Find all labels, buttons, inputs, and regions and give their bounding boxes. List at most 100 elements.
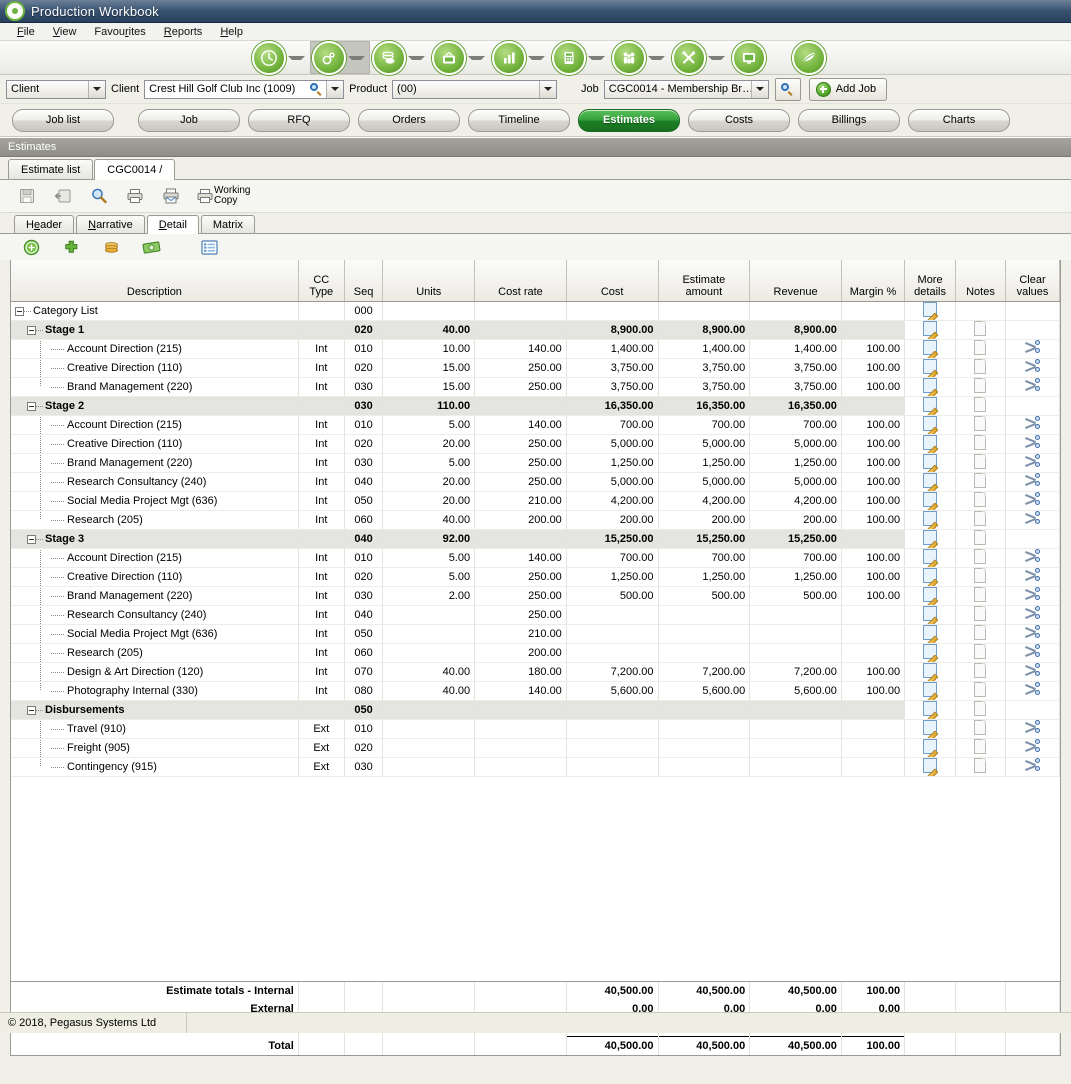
cell-cc-type[interactable]: Ext <box>298 739 344 758</box>
cell-cost-rate[interactable]: 250.00 <box>475 473 567 492</box>
col-description[interactable]: Description <box>11 260 298 302</box>
cell-description[interactable]: Design & Art Direction (120) <box>11 663 298 682</box>
cell-revenue[interactable]: 3,750.00 <box>750 359 842 378</box>
expander-icon[interactable] <box>27 535 36 544</box>
cell-cost[interactable]: 1,250.00 <box>566 454 658 473</box>
table-row[interactable]: Research Consultancy (240)Int040250.00 <box>11 606 1060 625</box>
nav-rfq[interactable]: RFQ <box>248 109 350 132</box>
cell-cc-type[interactable] <box>298 701 344 720</box>
chevron-down-icon[interactable] <box>326 81 343 98</box>
cell-units[interactable]: 15.00 <box>383 378 475 397</box>
cell-description[interactable]: Travel (910) <box>11 720 298 739</box>
cell-cost[interactable] <box>566 720 658 739</box>
tab-cgc0014[interactable]: CGC0014 / <box>94 159 175 180</box>
cell-cost-rate[interactable]: 210.00 <box>475 625 567 644</box>
cell-revenue[interactable] <box>750 606 842 625</box>
cell-estimate-amount[interactable]: 200.00 <box>658 511 750 530</box>
cell-margin[interactable]: 100.00 <box>841 359 904 378</box>
cell-more-details[interactable] <box>905 454 956 473</box>
cell-units[interactable] <box>383 625 475 644</box>
cell-margin[interactable] <box>841 644 904 663</box>
cell-notes[interactable] <box>956 302 1006 321</box>
cell-cost-rate[interactable]: 250.00 <box>475 359 567 378</box>
cell-more-details[interactable] <box>905 530 956 549</box>
group-row[interactable]: Stage 102040.008,900.008,900.008,900.00 <box>11 321 1060 340</box>
clear-values-icon[interactable] <box>1025 683 1040 696</box>
cell-estimate-amount[interactable] <box>658 720 750 739</box>
edit-row-icon[interactable] <box>923 758 937 773</box>
note-icon[interactable] <box>974 321 986 336</box>
clear-values-icon[interactable] <box>1025 512 1040 525</box>
cell-notes[interactable] <box>956 473 1006 492</box>
cell-clear-values[interactable] <box>1005 416 1059 435</box>
cell-notes[interactable] <box>956 397 1006 416</box>
edit-row-icon[interactable] <box>923 663 937 678</box>
cell-clear-values[interactable] <box>1005 606 1059 625</box>
cell-margin[interactable]: 100.00 <box>841 454 904 473</box>
cell-cost-rate[interactable] <box>475 701 567 720</box>
group-row[interactable]: Disbursements050 <box>11 701 1060 720</box>
cell-cost[interactable]: 1,250.00 <box>566 568 658 587</box>
toolbar-group-media[interactable] <box>430 41 490 74</box>
chevron-down-icon[interactable] <box>528 56 545 60</box>
cell-estimate-amount[interactable]: 5,000.00 <box>658 473 750 492</box>
cell-seq[interactable]: 050 <box>344 492 383 511</box>
menu-item-help[interactable]: Help <box>211 26 252 38</box>
cell-seq[interactable]: 070 <box>344 663 383 682</box>
cell-revenue[interactable]: 700.00 <box>750 416 842 435</box>
cell-units[interactable]: 40.00 <box>383 321 475 340</box>
nav-job-list[interactable]: Job list <box>12 109 114 132</box>
cell-clear-values[interactable] <box>1005 701 1059 720</box>
cell-seq[interactable]: 010 <box>344 340 383 359</box>
cell-description[interactable]: Stage 3 <box>11 530 298 549</box>
clear-values-icon[interactable] <box>1025 455 1040 468</box>
col-clear-values[interactable]: Clearvalues <box>1005 260 1059 302</box>
table-row[interactable]: Contingency (915)Ext030 <box>11 758 1060 777</box>
col-cost[interactable]: Cost <box>566 260 658 302</box>
note-icon[interactable] <box>974 682 986 697</box>
table-row[interactable]: Creative Direction (110)Int0205.00250.00… <box>11 568 1060 587</box>
cell-more-details[interactable] <box>905 511 956 530</box>
production-gear-icon[interactable] <box>312 41 346 75</box>
cell-notes[interactable] <box>956 549 1006 568</box>
desktop-icon[interactable] <box>732 41 766 75</box>
col-more-details[interactable]: Moredetails <box>905 260 956 302</box>
cell-cost[interactable]: 1,400.00 <box>566 340 658 359</box>
edit-row-icon[interactable] <box>923 625 937 640</box>
cell-units[interactable] <box>383 606 475 625</box>
chevron-down-icon[interactable] <box>539 81 556 98</box>
cell-units[interactable]: 40.00 <box>383 663 475 682</box>
clear-values-icon[interactable] <box>1025 569 1040 582</box>
cell-margin[interactable] <box>841 739 904 758</box>
cell-cc-type[interactable]: Int <box>298 435 344 454</box>
table-row[interactable]: Brand Management (220)Int03015.00250.003… <box>11 378 1060 397</box>
cell-cc-type[interactable]: Int <box>298 492 344 511</box>
cell-description[interactable]: Research (205) <box>11 511 298 530</box>
cell-description[interactable]: Disbursements <box>11 701 298 720</box>
cell-cc-type[interactable] <box>298 302 344 321</box>
nav-charts[interactable]: Charts <box>908 109 1010 132</box>
col-units[interactable]: Units <box>383 260 475 302</box>
cell-cost[interactable]: 200.00 <box>566 511 658 530</box>
cell-cost-rate[interactable] <box>475 397 567 416</box>
cell-estimate-amount[interactable]: 8,900.00 <box>658 321 750 340</box>
cell-margin[interactable]: 100.00 <box>841 549 904 568</box>
edit-row-icon[interactable] <box>923 549 937 564</box>
cell-revenue[interactable] <box>750 739 842 758</box>
cell-cc-type[interactable] <box>298 397 344 416</box>
cell-cc-type[interactable]: Int <box>298 549 344 568</box>
edit-row-icon[interactable] <box>923 473 937 488</box>
cell-margin[interactable] <box>841 758 904 777</box>
cell-more-details[interactable] <box>905 302 956 321</box>
cell-cc-type[interactable]: Int <box>298 473 344 492</box>
edit-row-icon[interactable] <box>923 492 937 507</box>
cell-estimate-amount[interactable]: 1,250.00 <box>658 568 750 587</box>
job-select[interactable]: CGC0014 - Membership Br… <box>604 80 769 99</box>
nav-costs[interactable]: Costs <box>688 109 790 132</box>
tab-detail[interactable]: Detail <box>147 215 199 234</box>
cell-more-details[interactable] <box>905 416 956 435</box>
cell-seq[interactable]: 050 <box>344 625 383 644</box>
menu-item-reports[interactable]: Reports <box>155 26 212 38</box>
tab-narrative[interactable]: Narrative <box>76 215 145 233</box>
toolbar-group-reports[interactable] <box>490 41 550 74</box>
